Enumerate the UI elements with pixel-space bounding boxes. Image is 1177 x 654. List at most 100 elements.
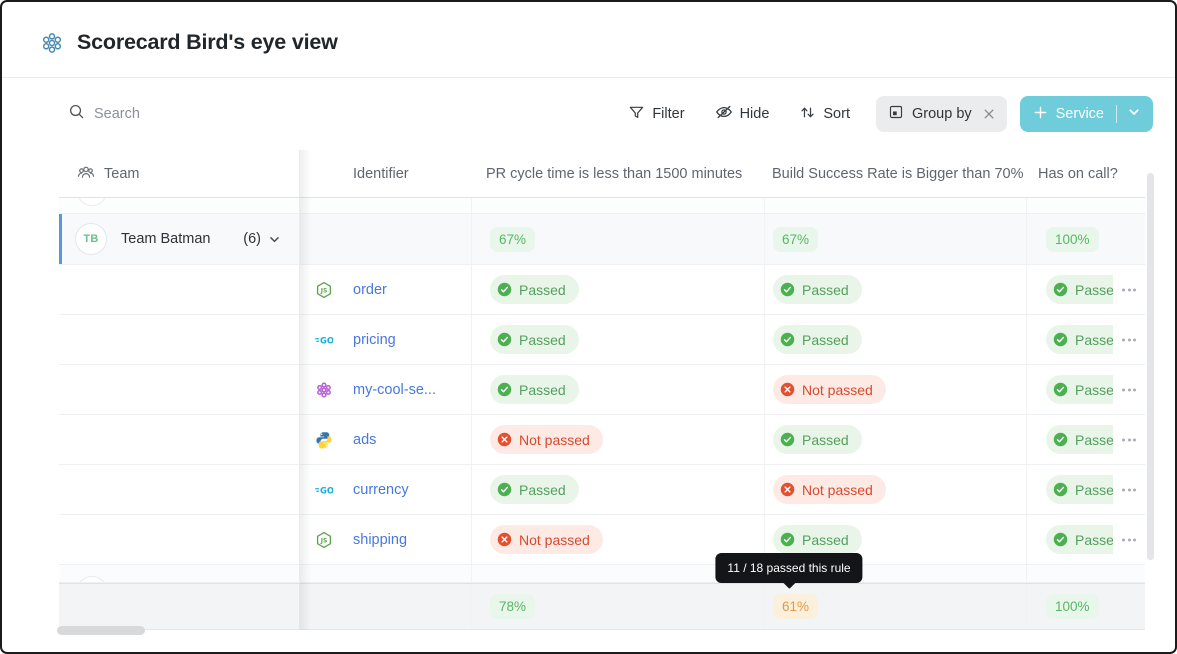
- search-input[interactable]: Search: [68, 103, 140, 125]
- identifier-link[interactable]: pricing: [353, 332, 396, 348]
- go-icon: GO: [315, 481, 333, 499]
- table-row: JS order Passed Passed Passed: [59, 265, 1145, 315]
- identifier-link[interactable]: my-cool-se...: [353, 382, 436, 398]
- identifier-link[interactable]: order: [353, 282, 387, 298]
- percentage-badge[interactable]: 100%: [1046, 226, 1099, 252]
- column-header-build-rule[interactable]: Build Success Rate is Bigger than 70%: [764, 150, 1026, 197]
- team-count: (6): [243, 231, 261, 247]
- toolbar: Search Filter Hide Sort Group by Service: [2, 79, 1175, 149]
- toolbar-actions: Filter Hide Sort Group by Service: [598, 96, 1153, 132]
- x-circle-icon: [780, 382, 795, 397]
- status-badge: Passed: [1046, 325, 1113, 354]
- status-badge: Passed: [1046, 375, 1113, 404]
- nodejs-icon: JS: [315, 281, 333, 299]
- status-badge: Passed: [773, 275, 862, 304]
- svg-text:JS: JS: [320, 537, 328, 544]
- team-name: Team Batman: [121, 231, 211, 247]
- row-menu-icon[interactable]: [1118, 534, 1140, 545]
- status-badge: Passed: [490, 475, 579, 504]
- scorecard-table: Team Identifier PR cycle time is less th…: [59, 150, 1145, 630]
- plus-icon: [1033, 105, 1048, 124]
- check-circle-icon: [1053, 382, 1068, 397]
- group-row-team-batman: TB Team Batman (6) 67% 67% 100%: [59, 214, 1145, 265]
- totals-row: 78% 61% 100%: [59, 583, 1145, 630]
- identifier-link[interactable]: currency: [353, 482, 409, 498]
- search-placeholder: Search: [94, 106, 140, 122]
- column-header-pr-rule[interactable]: PR cycle time is less than 1500 minutes: [471, 150, 764, 197]
- percentage-badge[interactable]: 67%: [773, 226, 819, 252]
- table-row: my-cool-se... Passed Not passed Passed: [59, 365, 1145, 415]
- sort-icon: [799, 104, 816, 125]
- vertical-scrollbar[interactable]: [1147, 173, 1154, 560]
- filter-icon: [628, 104, 645, 125]
- identifier-link[interactable]: ads: [353, 432, 376, 448]
- row-menu-icon[interactable]: [1118, 334, 1140, 345]
- x-circle-icon: [780, 482, 795, 497]
- check-circle-icon: [1053, 332, 1068, 347]
- search-icon: [68, 103, 85, 125]
- button-divider: [1116, 105, 1117, 123]
- group-by-icon: [888, 104, 904, 124]
- status-badge: Passed: [773, 425, 862, 454]
- check-circle-icon: [497, 482, 512, 497]
- row-menu-icon[interactable]: [1118, 434, 1140, 445]
- team-avatar: TB: [75, 223, 107, 255]
- row-menu-icon[interactable]: [1118, 384, 1140, 395]
- status-badge: Not passed: [490, 425, 603, 454]
- clipped-previous-group-row: [59, 198, 1145, 214]
- check-circle-icon: [780, 282, 795, 297]
- sort-button[interactable]: Sort: [799, 104, 850, 125]
- table-row: JS shipping Not passed Passed Passed: [59, 515, 1145, 565]
- group-accent-bar: [59, 214, 62, 264]
- python-icon: [315, 431, 333, 449]
- nodejs-icon: JS: [315, 531, 333, 549]
- column-header-team[interactable]: Team: [59, 150, 300, 197]
- app-window: Scorecard Bird's eye view Search Filter: [0, 0, 1177, 654]
- close-icon[interactable]: [980, 107, 996, 121]
- chevron-down-icon[interactable]: [268, 233, 281, 246]
- status-badge: Passed: [1046, 525, 1113, 554]
- status-badge: Passed: [1046, 475, 1113, 504]
- avatar: [77, 198, 107, 206]
- tooltip: 11 / 18 passed this rule: [715, 553, 863, 583]
- status-badge: Passed: [1046, 425, 1113, 454]
- row-menu-icon[interactable]: [1118, 484, 1140, 495]
- identifier-link[interactable]: shipping: [353, 532, 407, 548]
- check-circle-icon: [1053, 482, 1068, 497]
- eye-off-icon: [715, 103, 733, 125]
- check-circle-icon: [780, 532, 795, 547]
- page-title: Scorecard Bird's eye view: [77, 30, 338, 54]
- avatar: [77, 576, 107, 582]
- hide-button[interactable]: Hide: [715, 103, 769, 125]
- check-circle-icon: [497, 382, 512, 397]
- row-menu-icon[interactable]: [1118, 284, 1140, 295]
- chevron-down-icon[interactable]: [1127, 105, 1141, 123]
- check-circle-icon: [1053, 432, 1068, 447]
- group-header-cell[interactable]: TB Team Batman (6): [59, 214, 300, 264]
- table-row: GO currency Passed Not passed Passed: [59, 465, 1145, 515]
- status-badge: Passed: [773, 325, 862, 354]
- check-circle-icon: [780, 432, 795, 447]
- percentage-badge[interactable]: 78%: [490, 594, 536, 619]
- status-badge: Passed: [490, 375, 579, 404]
- status-badge: Passed: [1046, 275, 1113, 304]
- check-circle-icon: [497, 332, 512, 347]
- svg-text:GO: GO: [320, 485, 333, 495]
- percentage-badge[interactable]: 67%: [490, 226, 536, 252]
- page-header: Scorecard Bird's eye view: [2, 2, 1175, 78]
- percentage-badge[interactable]: 61%: [773, 594, 819, 619]
- add-service-button[interactable]: Service: [1019, 96, 1153, 132]
- column-header-identifier[interactable]: Identifier: [300, 150, 471, 197]
- table-row: ads Not passed Passed Passed: [59, 415, 1145, 465]
- filter-button[interactable]: Filter: [628, 104, 685, 125]
- clipped-next-group-row: [59, 565, 1145, 583]
- horizontal-scrollbar[interactable]: [57, 626, 145, 635]
- percentage-badge[interactable]: 100%: [1046, 594, 1099, 619]
- column-header-oncall-rule[interactable]: Has on call?: [1026, 150, 1145, 197]
- svg-text:JS: JS: [320, 287, 328, 294]
- check-circle-icon: [1053, 532, 1068, 547]
- microservice-icon: [315, 381, 333, 399]
- status-badge: Passed: [773, 525, 862, 554]
- status-badge: Passed: [490, 325, 579, 354]
- group-by-chip[interactable]: Group by: [875, 96, 1007, 132]
